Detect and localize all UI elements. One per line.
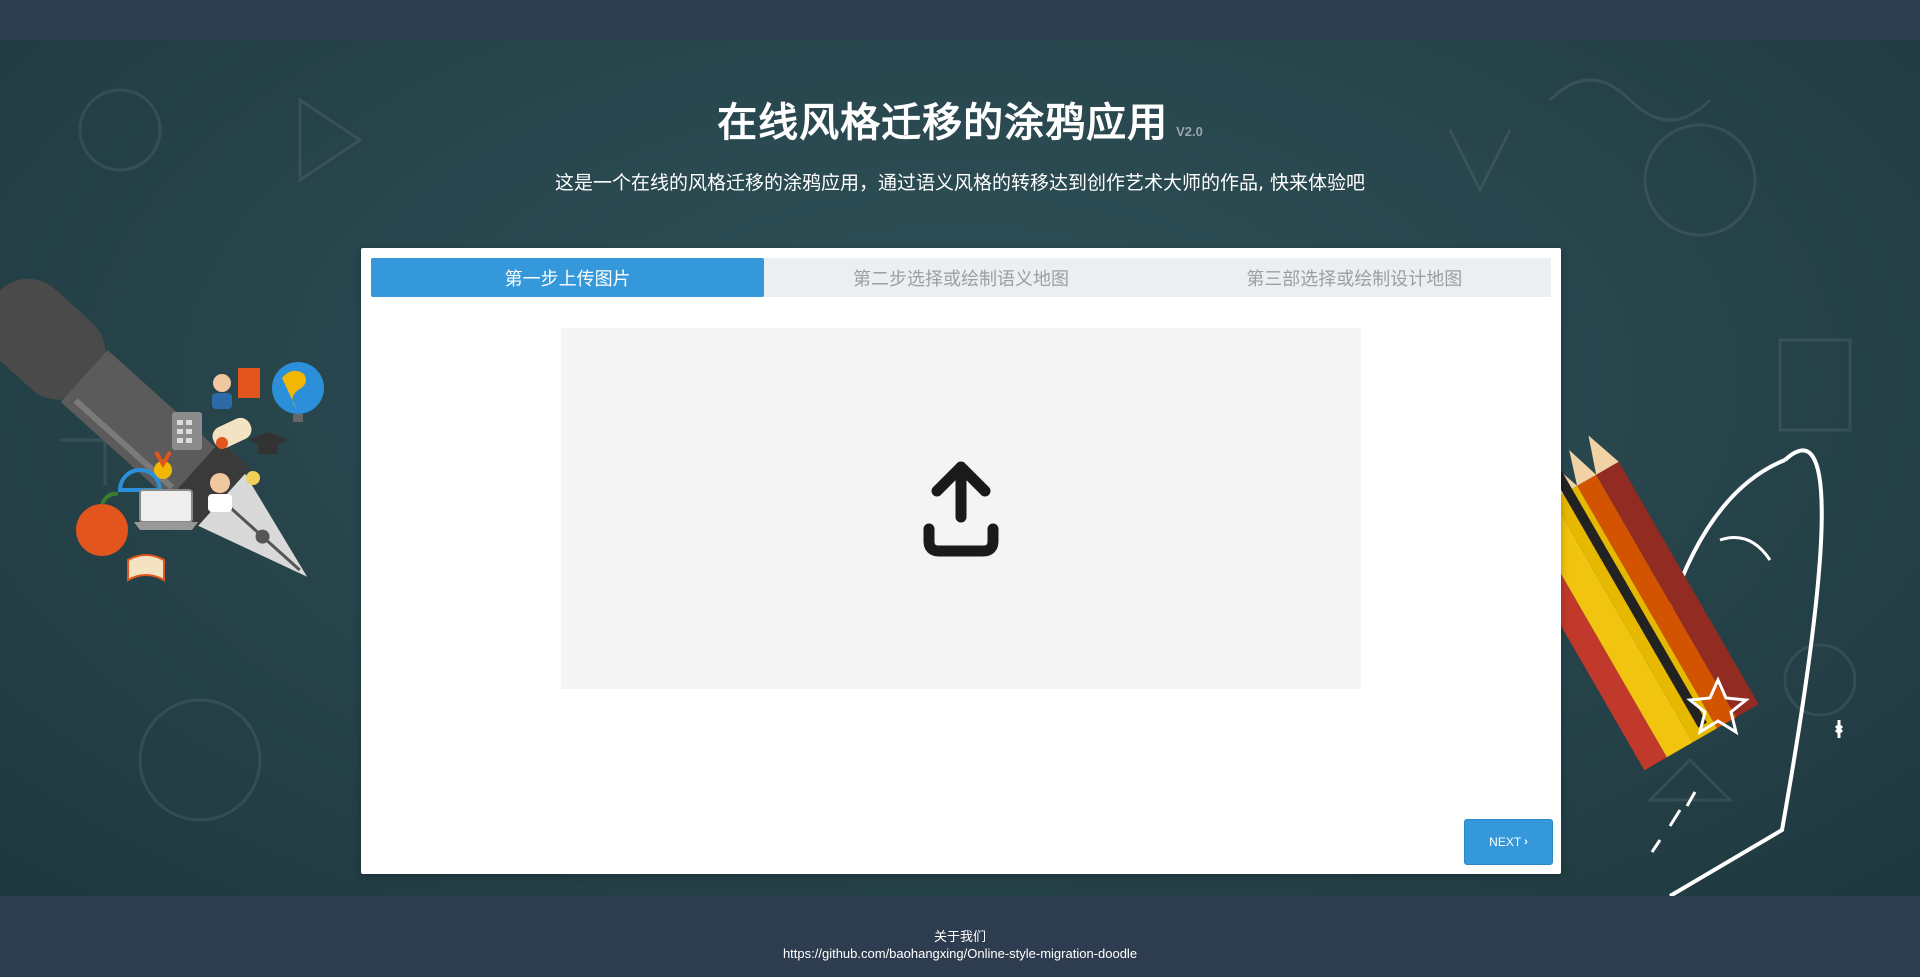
next-button-label: NEXT (1489, 835, 1522, 849)
footer-about-link[interactable]: 关于我们 (0, 926, 1920, 945)
footer: 关于我们 https://github.com/baohangxing/Onli… (0, 896, 1920, 977)
chevron-right-icon: › (1524, 836, 1528, 848)
fountain-pen-illustration (0, 278, 324, 582)
tab-step-1-upload[interactable]: 第一步上传图片 (371, 258, 765, 297)
wizard-card: 第一步上传图片 第二步选择或绘制语义地图 第三部选择或绘制设计地图 NEXT › (361, 248, 1561, 874)
image-upload-dropzone[interactable] (561, 328, 1361, 689)
page-title-block: 在线风格迁移的涂鸦应用 V2.0 (0, 90, 1920, 148)
step-tabs: 第一步上传图片 第二步选择或绘制语义地图 第三部选择或绘制设计地图 (371, 258, 1551, 297)
tab-step-3-design-map[interactable]: 第三部选择或绘制设计地图 (1158, 258, 1551, 297)
hero-section: 在线风格迁移的涂鸦应用 V2.0 这是一个在线的风格迁移的涂鸦应用，通过语义风格的… (0, 40, 1920, 896)
next-button[interactable]: NEXT › (1464, 819, 1553, 865)
rocket-pencils-illustration (1560, 435, 1844, 896)
tab-step-2-semantic-map[interactable]: 第二步选择或绘制语义地图 (764, 258, 1157, 297)
version-badge: V2.0 (1176, 124, 1203, 139)
page-title: 在线风格迁移的涂鸦应用 (717, 100, 1169, 146)
page-subtitle: 这是一个在线的风格迁移的涂鸦应用，通过语义风格的转移达到创作艺术大师的作品, 快… (554, 172, 1366, 194)
upload-icon (923, 461, 999, 556)
top-bar (0, 0, 1920, 40)
footer-github-link[interactable]: https://github.com/baohangxing/Online-st… (0, 946, 1920, 961)
